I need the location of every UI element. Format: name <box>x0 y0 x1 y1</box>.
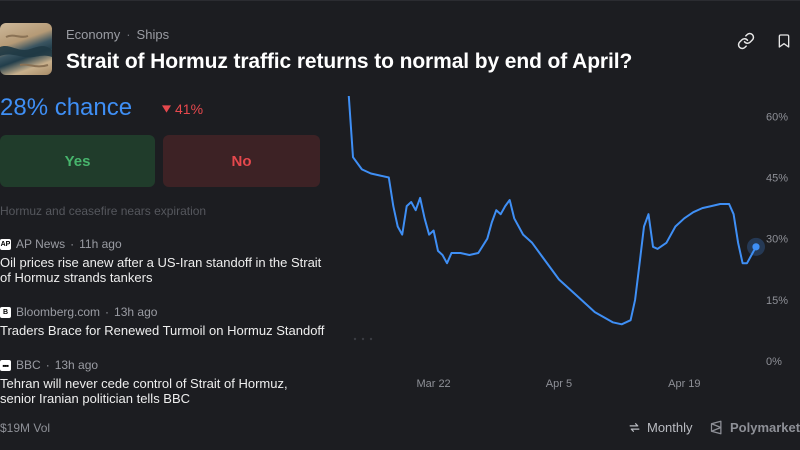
chart-series-line <box>347 96 757 326</box>
ap-news-icon: AP <box>0 238 11 250</box>
copy-link-button[interactable] <box>735 30 757 52</box>
news-faded-headline: Hormuz and ceasefire nears expiration <box>0 204 207 218</box>
news-time: 13h ago <box>114 305 158 319</box>
swap-arrows-icon <box>629 423 640 432</box>
news-source: BBC <box>16 358 41 372</box>
price-chart[interactable]: 60% 45% 30% 15% 0% Mar 22 Apr 5 Apr 19 <box>330 96 800 396</box>
chance-value: 28% chance <box>0 94 133 121</box>
bookmark-button[interactable] <box>773 30 795 52</box>
change-indicator: 41% <box>162 101 203 117</box>
chart-endpoint-dot <box>752 243 760 251</box>
market-title[interactable]: Strait of Hormuz traffic returns to norm… <box>66 50 632 74</box>
bbc-icon: ■■■ <box>0 359 11 371</box>
y-tick-label: 45% <box>766 173 788 185</box>
bookmark-icon <box>778 34 790 48</box>
market-card: Economy · Ships Strait of Hormuz traffic r… <box>0 0 800 450</box>
breadcrumb-ships[interactable]: Ships <box>137 27 170 42</box>
news-source: AP News <box>16 237 66 251</box>
x-tick-label: Apr 5 <box>546 378 572 390</box>
breadcrumb: Economy · Ships <box>66 27 169 42</box>
change-value: 41% <box>175 101 204 117</box>
y-tick-label: 0% <box>766 356 782 368</box>
no-button[interactable]: No <box>163 135 320 187</box>
news-meta: AP AP News · 11h ago <box>0 236 325 252</box>
bloomberg-icon: B <box>0 306 11 318</box>
link-icon <box>737 32 755 50</box>
x-tick-label: Mar 22 <box>416 378 450 390</box>
news-headline: Oil prices rise anew after a US-Iran sta… <box>0 255 322 285</box>
yes-label: Yes <box>64 152 91 170</box>
news-headline: Tehran will never cede control of Strait… <box>0 376 288 406</box>
volume-label: $19M Vol <box>0 421 51 435</box>
timeframe-toggle[interactable]: Monthly <box>628 420 693 435</box>
news-item[interactable]: ■■■ BBC · 13h ago Tehran will never cede… <box>0 357 325 406</box>
news-source: Bloomberg.com <box>16 305 101 319</box>
news-meta: B Bloomberg.com · 13h ago <box>0 304 325 320</box>
x-tick-label: Apr 19 <box>668 378 700 390</box>
triangle-down-icon <box>162 105 171 113</box>
news-meta: ■■■ BBC · 13h ago <box>0 357 325 373</box>
news-item[interactable]: AP AP News · 11h ago Oil prices rise ane… <box>0 236 325 285</box>
market-thumbnail <box>0 23 52 75</box>
news-time: 11h ago <box>79 237 122 251</box>
news-dot: · <box>70 237 75 251</box>
brand-name: Polymarket <box>730 420 800 435</box>
y-tick-label: 15% <box>766 295 788 307</box>
yes-button[interactable]: Yes <box>0 135 155 187</box>
no-label: No <box>231 152 252 170</box>
news-time: 13h ago <box>54 358 99 372</box>
breadcrumb-separator: · <box>126 27 131 42</box>
breadcrumb-economy[interactable]: Economy <box>66 27 120 42</box>
y-tick-label: 30% <box>766 234 788 246</box>
brand-logo: Polymarket <box>709 420 800 435</box>
news-dot: · <box>105 305 110 319</box>
news-headline: Traders Brace for Renewed Turmoil on Hor… <box>0 323 325 338</box>
news-dot: · <box>45 358 50 372</box>
y-tick-label: 60% <box>766 111 788 123</box>
polymarket-logo-icon <box>710 420 722 435</box>
timeframe-label: Monthly <box>647 420 693 435</box>
watermark-dots <box>353 337 373 341</box>
news-item[interactable]: B Bloomberg.com · 13h ago Traders Brace … <box>0 304 325 338</box>
